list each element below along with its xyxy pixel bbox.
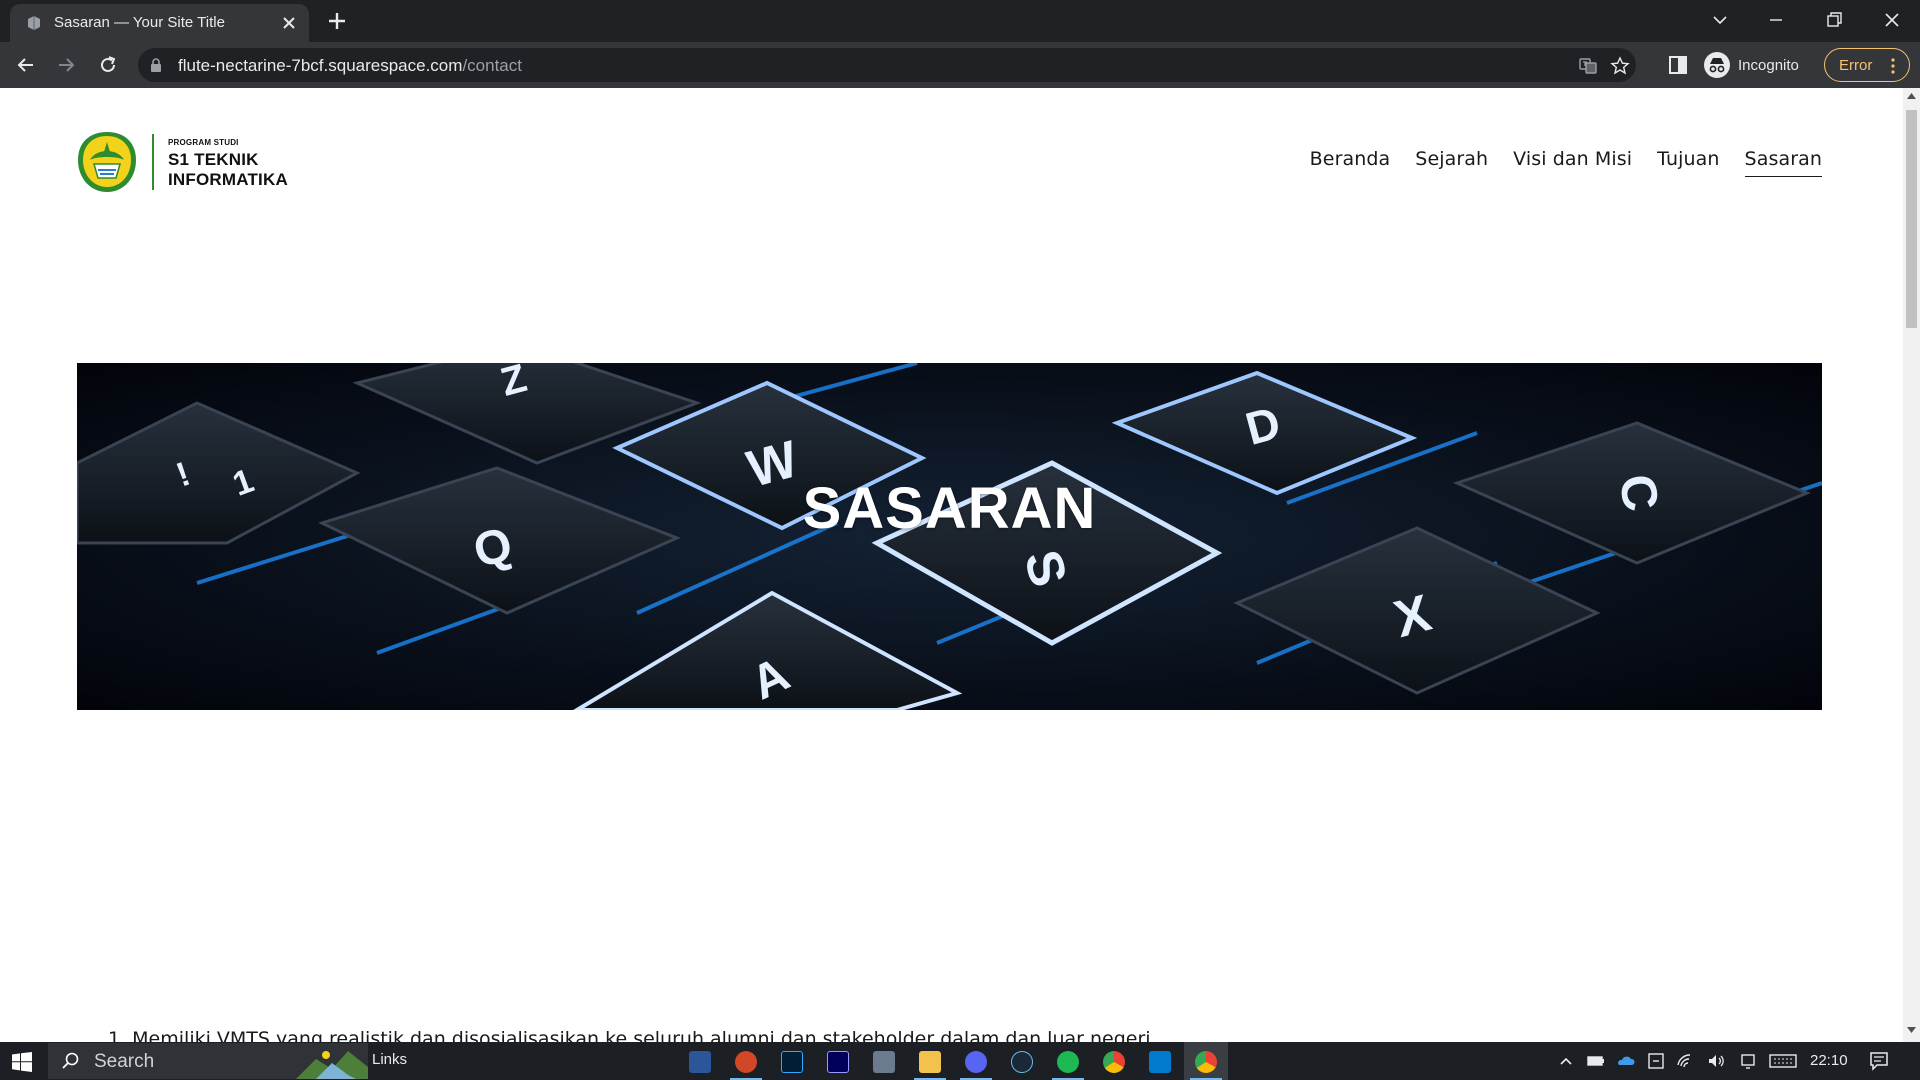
links-toolbar-label[interactable]: Links bbox=[372, 1051, 407, 1068]
spotify-icon bbox=[1057, 1051, 1079, 1073]
file-explorer-icon bbox=[919, 1051, 941, 1073]
taskbar-app-photos[interactable] bbox=[862, 1042, 906, 1080]
nav-item-sasaran[interactable]: Sasaran bbox=[1744, 148, 1822, 177]
back-icon[interactable] bbox=[14, 53, 38, 77]
university-emblem-icon bbox=[78, 132, 136, 192]
translate-icon[interactable] bbox=[1578, 56, 1598, 76]
tab-search-chevron-icon[interactable] bbox=[1708, 8, 1732, 32]
project-display-icon[interactable] bbox=[1738, 1051, 1758, 1071]
url-host: flute-nectarine-7bcf.squarespace.com bbox=[178, 56, 463, 75]
logo-text-line2: INFORMATIKA bbox=[168, 170, 288, 189]
windows-start-icon[interactable] bbox=[12, 1052, 32, 1072]
logo-text-line1: S1 TEKNIK bbox=[168, 150, 259, 169]
taskbar-app-photoshop[interactable] bbox=[770, 1042, 814, 1080]
search-highlight-art-icon bbox=[296, 1051, 368, 1079]
taskbar-app-file-explorer[interactable] bbox=[908, 1042, 952, 1080]
taskbar-app-premiere[interactable] bbox=[816, 1042, 860, 1080]
chrome-incognito-icon bbox=[1195, 1051, 1217, 1073]
page-favicon-icon bbox=[28, 16, 40, 30]
nav-item-visi-dan-misi[interactable]: Visi dan Misi bbox=[1513, 148, 1632, 177]
taskbar-search[interactable]: Search bbox=[48, 1043, 368, 1079]
taskbar-app-chrome-incognito[interactable] bbox=[1184, 1042, 1228, 1080]
show-hidden-icons-chevron-icon[interactable] bbox=[1556, 1051, 1576, 1071]
address-bar[interactable]: flute-nectarine-7bcf.squarespace.com/con… bbox=[138, 48, 1636, 82]
bookmark-star-icon[interactable] bbox=[1610, 56, 1630, 76]
notifications-icon[interactable] bbox=[1868, 1050, 1890, 1072]
page-viewport: PROGRAM STUDI S1 TEKNIK INFORMATIKA Bera… bbox=[0, 88, 1920, 1042]
device-sync-icon[interactable] bbox=[1646, 1051, 1666, 1071]
windows-taskbar: Search Links 22:10 bbox=[0, 1042, 1920, 1080]
tab-title: Sasaran — Your Site Title bbox=[54, 14, 225, 31]
taskbar-app-discord[interactable] bbox=[954, 1042, 998, 1080]
minimize-icon[interactable] bbox=[1764, 8, 1788, 32]
page-scrollbar[interactable] bbox=[1903, 88, 1920, 1042]
word-icon bbox=[689, 1051, 711, 1073]
hero-heading: SASARAN bbox=[802, 476, 1097, 541]
url-path: /contact bbox=[462, 56, 522, 75]
restore-icon[interactable] bbox=[1822, 8, 1846, 32]
logo-text-small: PROGRAM STUDI bbox=[168, 138, 239, 147]
discord-icon bbox=[965, 1051, 987, 1073]
nav-item-beranda[interactable]: Beranda bbox=[1310, 148, 1391, 177]
premiere-icon bbox=[827, 1051, 849, 1073]
hero-banner: W S D Q A X C Z ! 1 SASARAN bbox=[77, 363, 1822, 710]
scroll-down-icon[interactable] bbox=[1907, 1026, 1916, 1034]
vscode-icon bbox=[1149, 1051, 1171, 1073]
incognito-icon bbox=[1704, 52, 1730, 78]
logo-divider bbox=[152, 134, 154, 190]
tab-sasaran[interactable]: Sasaran — Your Site Title bbox=[10, 4, 309, 42]
photoshop-icon bbox=[781, 1051, 803, 1073]
wifi-icon[interactable] bbox=[1676, 1051, 1696, 1071]
site-logo[interactable]: PROGRAM STUDI S1 TEKNIK INFORMATIKA bbox=[76, 130, 288, 194]
forward-icon[interactable] bbox=[54, 53, 78, 77]
touch-keyboard-icon[interactable] bbox=[1768, 1051, 1798, 1071]
taskbar-app-steam[interactable] bbox=[1000, 1042, 1044, 1080]
chrome-icon bbox=[1103, 1051, 1125, 1073]
list-item-1: 1. Memiliki VMTS yang realistik dan diso… bbox=[108, 1028, 1151, 1042]
photos-icon bbox=[873, 1051, 895, 1073]
taskbar-app-powerpoint[interactable] bbox=[724, 1042, 768, 1080]
taskbar-app-chrome[interactable] bbox=[1092, 1042, 1136, 1080]
new-tab-icon[interactable] bbox=[326, 10, 348, 32]
url-text[interactable]: flute-nectarine-7bcf.squarespace.com/con… bbox=[178, 56, 522, 76]
steam-icon bbox=[1011, 1051, 1033, 1073]
more-menu-icon[interactable] bbox=[1891, 58, 1895, 74]
nav-item-tujuan[interactable]: Tujuan bbox=[1657, 148, 1719, 177]
incognito-label: Incognito bbox=[1738, 56, 1799, 74]
browser-toolbar: flute-nectarine-7bcf.squarespace.com/con… bbox=[0, 42, 1920, 88]
reload-icon[interactable] bbox=[96, 53, 120, 77]
taskbar-app-word[interactable] bbox=[678, 1042, 722, 1080]
side-panel-icon[interactable] bbox=[1666, 53, 1690, 77]
powerpoint-icon bbox=[735, 1051, 757, 1073]
lock-icon[interactable] bbox=[150, 58, 162, 72]
onedrive-icon[interactable] bbox=[1616, 1051, 1636, 1071]
error-label: Error bbox=[1839, 57, 1873, 74]
tab-close-icon[interactable] bbox=[280, 14, 298, 32]
scroll-up-icon[interactable] bbox=[1907, 92, 1916, 100]
volume-icon[interactable] bbox=[1706, 1051, 1726, 1071]
main-navigation: Beranda Sejarah Visi dan Misi Tujuan Sas… bbox=[1310, 148, 1822, 177]
taskbar-app-spotify[interactable] bbox=[1046, 1042, 1090, 1080]
battery-icon[interactable] bbox=[1586, 1051, 1606, 1071]
search-icon bbox=[62, 1052, 79, 1069]
nav-item-sejarah[interactable]: Sejarah bbox=[1415, 148, 1488, 177]
incognito-indicator[interactable]: Incognito bbox=[1704, 48, 1799, 82]
scrollbar-thumb[interactable] bbox=[1906, 110, 1917, 328]
taskbar-app-vscode[interactable] bbox=[1138, 1042, 1182, 1080]
system-clock[interactable]: 22:10 bbox=[1810, 1052, 1848, 1069]
profile-error-button[interactable]: Error bbox=[1824, 48, 1910, 82]
close-window-icon[interactable] bbox=[1880, 8, 1904, 32]
tab-strip: Sasaran — Your Site Title bbox=[0, 0, 1920, 42]
search-placeholder: Search bbox=[94, 1051, 155, 1072]
